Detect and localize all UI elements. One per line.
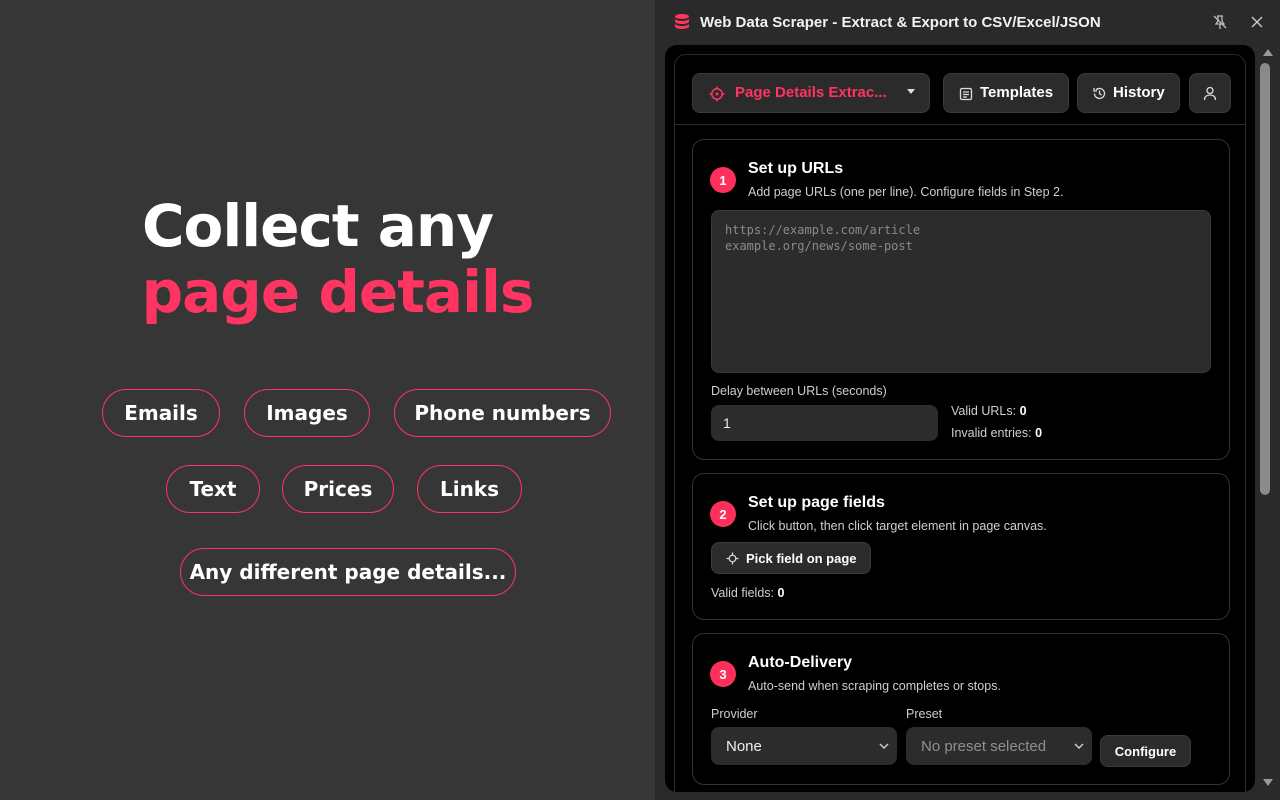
preset-label: Preset <box>906 707 943 721</box>
valid-fields-label: Valid fields: <box>711 586 774 600</box>
database-icon <box>675 14 689 29</box>
account-button[interactable] <box>1189 73 1231 113</box>
history-label: History <box>1113 84 1165 101</box>
user-icon <box>1203 86 1217 100</box>
pill-images: Images <box>244 389 370 437</box>
history-button[interactable]: History <box>1077 73 1180 113</box>
app-frame: Page Details Extrac... Templates History… <box>665 45 1255 792</box>
app-content: Page Details Extrac... Templates History… <box>674 54 1246 792</box>
templates-button[interactable]: Templates <box>943 73 1069 113</box>
step1-card: 1 Set up URLs Add page URLs (one per lin… <box>692 139 1230 460</box>
window-titlebar: Web Data Scraper - Extract & Export to C… <box>655 0 1280 46</box>
provider-select[interactable]: None <box>711 727 897 765</box>
pill-prices: Prices <box>282 465 394 513</box>
document-icon <box>959 87 973 101</box>
pill-links: Links <box>417 465 522 513</box>
valid-fields-stat: Valid fields: 0 <box>711 586 784 600</box>
pick-field-label: Pick field on page <box>746 550 857 566</box>
pill-emails: Emails <box>102 389 220 437</box>
delay-input[interactable] <box>711 405 938 441</box>
mode-dropdown-button[interactable]: Page Details Extrac... <box>692 73 930 113</box>
urls-textarea[interactable] <box>711 210 1211 373</box>
step3-title: Auto-Delivery <box>748 654 853 671</box>
step1-title: Set up URLs <box>748 160 844 177</box>
headline-line1: Collect any <box>141 192 494 260</box>
provider-label: Provider <box>711 707 758 721</box>
valid-urls-label: Valid URLs: <box>951 404 1017 418</box>
templates-label: Templates <box>980 84 1054 101</box>
delay-label: Delay between URLs (seconds) <box>711 384 887 398</box>
toolbar: Page Details Extrac... Templates History <box>675 55 1245 125</box>
history-icon <box>1093 87 1106 100</box>
scrollbar[interactable] <box>1255 45 1280 792</box>
valid-fields-count: 0 <box>777 586 785 600</box>
crosshair-icon <box>726 552 739 565</box>
step2-description: Click button, then click target element … <box>748 519 1047 533</box>
pin-icon[interactable] <box>1212 14 1228 30</box>
step3-badge: 3 <box>710 661 736 687</box>
step2-badge: 2 <box>710 501 736 527</box>
step2-card: 2 Set up page fields Click button, then … <box>692 473 1230 620</box>
invalid-entries-count: 0 <box>1035 426 1043 440</box>
scroll-thumb[interactable] <box>1260 63 1270 495</box>
mode-label: Page Details Extrac... <box>735 84 887 101</box>
window-title: Web Data Scraper - Extract & Export to C… <box>700 14 1101 31</box>
pick-field-button[interactable]: Pick field on page <box>711 542 871 574</box>
pill-phone-numbers: Phone numbers <box>394 389 611 437</box>
valid-urls-count: 0 <box>1019 404 1027 418</box>
promo-area: Collect any page details Emails Images P… <box>0 0 655 800</box>
close-icon[interactable] <box>1250 15 1264 29</box>
valid-urls-stat: Valid URLs: 0 <box>951 404 1027 418</box>
scroll-up-icon[interactable] <box>1263 49 1273 56</box>
side-panel: Web Data Scraper - Extract & Export to C… <box>655 0 1280 800</box>
headline-line2: page details <box>141 258 535 326</box>
step1-description: Add page URLs (one per line). Configure … <box>748 185 1064 199</box>
step2-title: Set up page fields <box>748 494 885 511</box>
invalid-entries-stat: Invalid entries: 0 <box>951 426 1042 440</box>
chevron-down-icon <box>1074 743 1084 750</box>
scroll-down-icon[interactable] <box>1263 779 1273 786</box>
caret-down-icon <box>907 89 915 94</box>
preset-value: No preset selected <box>921 737 1047 755</box>
step3-description: Auto-send when scraping completes or sto… <box>748 679 1001 693</box>
provider-value: None <box>726 737 762 755</box>
chevron-down-icon <box>879 743 889 750</box>
preset-select[interactable]: No preset selected <box>906 727 1092 765</box>
step3-card: 3 Auto-Delivery Auto-send when scraping … <box>692 633 1230 785</box>
target-icon <box>709 86 725 102</box>
step1-badge: 1 <box>710 167 736 193</box>
pill-text: Text <box>166 465 260 513</box>
invalid-entries-label: Invalid entries: <box>951 426 1032 440</box>
configure-button[interactable]: Configure <box>1100 735 1191 767</box>
pill-any-details: Any different page details... <box>180 548 516 596</box>
